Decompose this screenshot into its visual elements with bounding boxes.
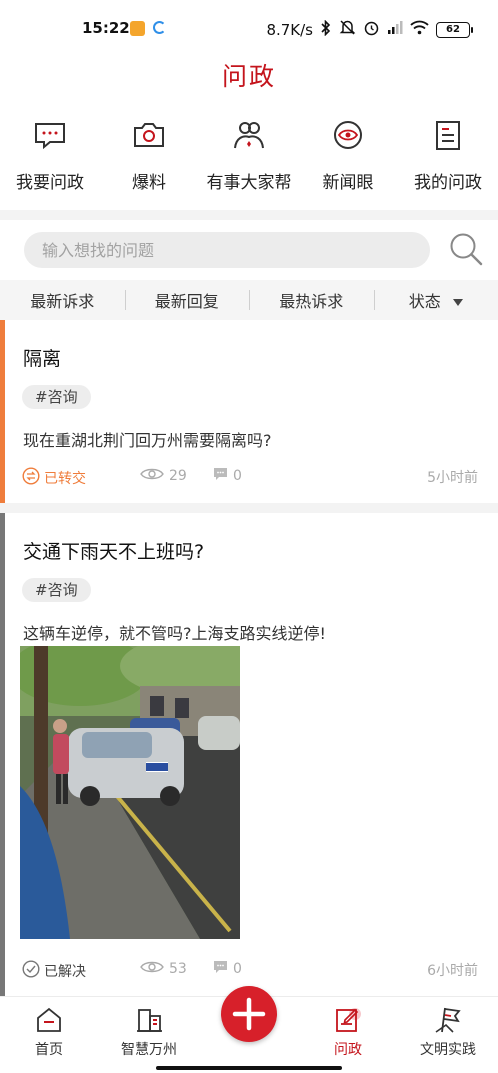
- post-meta: 已转交 29 0 5小时前: [0, 467, 498, 491]
- post-comments-count: 0: [233, 961, 242, 977]
- filter-hottest-requests[interactable]: 最热诉求: [249, 288, 374, 312]
- people-icon: [232, 118, 266, 152]
- search-box[interactable]: [24, 232, 430, 268]
- quick-action-my-questions[interactable]: 我的问政: [398, 118, 498, 193]
- post-time: 6小时前: [427, 963, 478, 979]
- post-comments[interactable]: 0: [213, 960, 242, 978]
- network-speed: 8.7K/s: [266, 20, 313, 39]
- nav-label: 首页: [35, 1042, 63, 1058]
- post-card[interactable]: 交通下雨天不上班吗? #咨询 这辆车逆停，就不管吗?上海支路实线逆停! 已解决 …: [0, 513, 498, 996]
- status-bar: 15:22 8.7K/s 62: [0, 0, 498, 52]
- post-status-label: 已转交: [44, 471, 86, 487]
- quick-action-tipoff[interactable]: 爆料: [99, 118, 199, 193]
- signal-icon: [387, 20, 403, 39]
- nav-civilization-practice[interactable]: 文明实践: [403, 1005, 493, 1059]
- message-dots-icon: [33, 118, 67, 152]
- quick-action-label: 我的问政: [414, 173, 482, 193]
- filter-latest-replies[interactable]: 最新回复: [124, 288, 250, 312]
- plus-icon: [232, 997, 266, 1031]
- quick-action-label: 我要问政: [16, 173, 84, 193]
- nav-smart-wanzhou[interactable]: 智慧万州: [104, 1005, 194, 1059]
- filter-label: 最热诉求: [279, 292, 344, 311]
- post-content: 这辆车逆停，就不管吗?上海支路实线逆停!: [23, 624, 326, 643]
- filter-latest-requests[interactable]: 最新诉求: [0, 288, 125, 312]
- post-views: 29: [140, 467, 187, 485]
- page-title: 问政: [221, 62, 276, 91]
- post-title: 隔离: [23, 348, 62, 370]
- post-status-label: 已解决: [44, 964, 86, 980]
- post-accent-bar: [0, 513, 5, 996]
- filter-status-dropdown[interactable]: 状态: [373, 288, 498, 312]
- card-divider: [0, 503, 498, 513]
- comment-icon: [213, 467, 228, 485]
- nav-wenzheng[interactable]: 问政: [303, 1005, 393, 1059]
- search-icon[interactable]: [448, 231, 484, 267]
- post-views-count: 29: [169, 468, 187, 484]
- nav-home[interactable]: 首页: [4, 1005, 94, 1059]
- post-meta: 已解决 53 0 6小时前: [0, 960, 498, 984]
- eye-outline-icon: [140, 960, 164, 978]
- quick-action-label: 有事大家帮: [206, 173, 292, 193]
- filter-bar: 最新诉求 最新回复 最热诉求 状态: [0, 280, 498, 320]
- status-time: 15:22: [82, 19, 130, 37]
- quick-action-news-eye[interactable]: 新闻眼: [298, 118, 398, 193]
- wifi-icon: [410, 20, 429, 39]
- quick-action-ask[interactable]: 我要问政: [0, 118, 100, 193]
- battery-icon: 62: [436, 21, 473, 38]
- post-comments[interactable]: 0: [213, 467, 242, 485]
- loading-app-icon: [153, 21, 166, 34]
- nav-label: 文明实践: [420, 1042, 476, 1058]
- edit-note-icon: [333, 1005, 363, 1035]
- notification-app-icon: [130, 21, 145, 36]
- home-icon: [34, 1005, 64, 1035]
- filter-label: 最新回复: [154, 292, 219, 311]
- section-divider: [0, 210, 498, 220]
- post-status: 已解决: [22, 960, 86, 982]
- camera-icon: [132, 118, 166, 152]
- post-views: 53: [140, 960, 187, 978]
- post-status: 已转交: [22, 467, 86, 489]
- post-tag[interactable]: #咨询: [22, 578, 91, 602]
- comment-icon: [213, 960, 228, 978]
- nav-label: 智慧万州: [121, 1042, 177, 1058]
- bluetooth-icon: [320, 19, 332, 40]
- transfer-icon: [22, 467, 40, 489]
- alarm-icon: [363, 19, 380, 40]
- create-post-button[interactable]: [221, 986, 277, 1042]
- eye-outline-icon: [140, 467, 164, 485]
- post-comments-count: 0: [233, 468, 242, 484]
- quick-action-label: 新闻眼: [322, 173, 374, 193]
- quick-action-label: 爆料: [132, 173, 166, 193]
- document-icon: [431, 118, 465, 152]
- home-indicator[interactable]: [156, 1066, 342, 1070]
- post-card[interactable]: 隔离 #咨询 现在重湖北荆门回万州需要隔离吗? 已转交 29 0 5小时前: [0, 320, 498, 503]
- flag-icon: [433, 1005, 463, 1035]
- quick-action-help[interactable]: 有事大家帮: [199, 118, 299, 193]
- quick-actions: 我要问政 爆料 有事大家帮 新闻眼 我的问政: [0, 118, 498, 198]
- eye-icon: [331, 118, 365, 152]
- post-views-count: 53: [169, 961, 187, 977]
- building-icon: [134, 1005, 164, 1035]
- post-title: 交通下雨天不上班吗?: [23, 541, 205, 563]
- post-time: 5小时前: [427, 470, 478, 486]
- filter-label: 最新诉求: [30, 292, 95, 311]
- post-tag[interactable]: #咨询: [22, 385, 91, 409]
- search-input[interactable]: [24, 232, 430, 268]
- check-circle-icon: [22, 960, 40, 982]
- post-content: 现在重湖北荆门回万州需要隔离吗?: [23, 431, 272, 450]
- nav-label: 问政: [334, 1042, 362, 1058]
- post-photo[interactable]: [20, 646, 240, 939]
- caret-down-icon: [452, 299, 463, 306]
- mute-icon: [339, 19, 356, 40]
- filter-label: 状态: [408, 292, 441, 311]
